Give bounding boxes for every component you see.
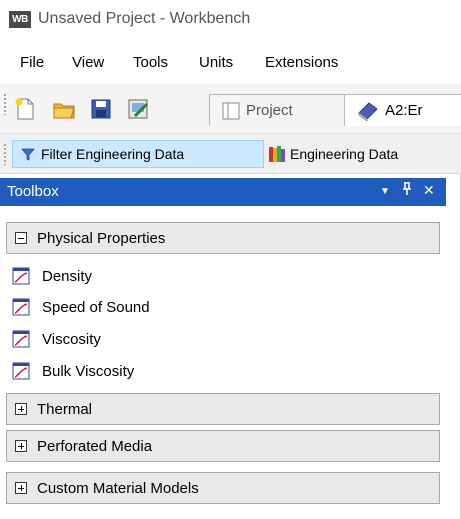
toolbox-item-label: Speed of Sound <box>42 298 150 316</box>
panel-menu-dropdown-icon[interactable]: ▼ <box>380 186 390 197</box>
group-label: Physical Properties <box>37 229 166 247</box>
menu-extensions[interactable]: Extensions <box>265 54 338 71</box>
property-chart-icon <box>12 267 30 285</box>
property-chart-icon <box>12 298 30 316</box>
filter-engineering-data-label: Filter Engineering Data <box>41 146 185 162</box>
engineering-data-book-icon <box>358 102 378 121</box>
expand-icon[interactable] <box>15 440 27 452</box>
filter-funnel-icon <box>21 148 35 161</box>
close-icon[interactable]: ✕ <box>423 182 435 199</box>
toolbar-grip[interactable] <box>3 93 7 115</box>
property-chart-icon <box>12 362 30 380</box>
menu-tools[interactable]: Tools <box>133 54 168 71</box>
toolbox-item-label: Bulk Viscosity <box>42 362 135 380</box>
group-label: Thermal <box>37 400 93 418</box>
save-as-icon <box>128 99 149 119</box>
expand-icon[interactable] <box>15 403 27 415</box>
group-label: Perforated Media <box>37 437 153 455</box>
project-schematic-icon <box>222 102 240 120</box>
tab-project[interactable]: Project <box>209 94 361 126</box>
books-library-icon <box>269 146 285 162</box>
tab-a2-label: A2:Er <box>385 102 423 119</box>
folder-icon <box>53 103 75 119</box>
new-project-button[interactable] <box>12 96 38 122</box>
menu-view[interactable]: View <box>72 54 104 71</box>
menu-bar: File View Tools Units Extensions <box>0 40 461 84</box>
group-custom-material-models[interactable]: Custom Material Models <box>6 472 440 504</box>
tab-project-label: Project <box>246 102 293 119</box>
toolbox-header: Toolbox ▼ ✕ <box>0 178 446 206</box>
toolbox-item-label: Density <box>42 267 93 285</box>
collapse-icon[interactable] <box>15 232 27 244</box>
save-disk-icon <box>91 99 111 119</box>
property-chart-icon <box>12 330 30 348</box>
menu-file[interactable]: File <box>20 54 44 71</box>
group-thermal[interactable]: Thermal <box>6 393 440 425</box>
toolbox-item-label: Viscosity <box>42 330 101 348</box>
tab-a2-engineering-data[interactable]: A2:Er <box>344 94 461 126</box>
new-file-icon <box>15 98 34 120</box>
toolbox-item-speed-of-sound[interactable]: Speed of Sound <box>0 295 440 319</box>
toolbox-item-viscosity[interactable]: Viscosity <box>0 327 440 351</box>
group-label: Custom Material Models <box>37 479 199 497</box>
save-as-button[interactable] <box>126 96 152 122</box>
group-perforated-media[interactable]: Perforated Media <box>6 430 440 462</box>
pin-icon[interactable] <box>401 182 413 199</box>
filter-engineering-data-button[interactable]: Filter Engineering Data <box>12 140 264 168</box>
expand-icon[interactable] <box>15 482 27 494</box>
filter-toolbar-grip[interactable] <box>3 143 7 165</box>
engineering-data-label: Engineering Data <box>290 146 399 162</box>
toolbox-panel: Toolbox ▼ ✕ Physical Properties Density … <box>0 174 461 519</box>
workbench-logo-icon: WB <box>9 11 31 28</box>
group-physical-properties[interactable]: Physical Properties <box>6 222 440 254</box>
title-bar: WB Unsaved Project - Workbench <box>0 0 461 40</box>
open-project-button[interactable] <box>51 96 77 122</box>
toolbox-title: Toolbox <box>7 183 59 200</box>
toolbox-item-bulk-viscosity[interactable]: Bulk Viscosity <box>0 359 440 383</box>
main-toolbar: Project A2:Er <box>0 84 461 134</box>
menu-units[interactable]: Units <box>199 54 233 71</box>
engineering-data-toolbar: Filter Engineering Data Engineering Data <box>0 134 461 174</box>
engineering-data-sources-button[interactable]: Engineering Data <box>268 142 398 166</box>
toolbox-item-density[interactable]: Density <box>0 264 440 288</box>
save-project-button[interactable] <box>88 96 114 122</box>
window-title: Unsaved Project - Workbench <box>38 10 251 27</box>
